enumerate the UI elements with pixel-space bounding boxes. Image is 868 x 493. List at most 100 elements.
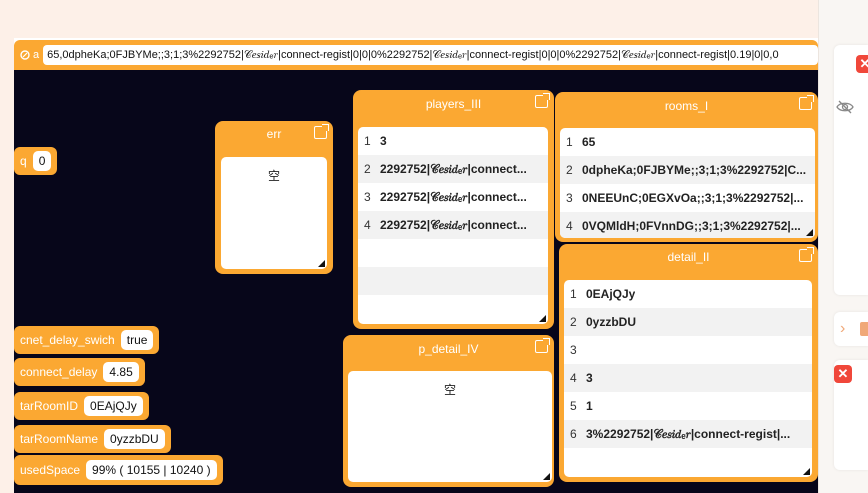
left-gutter (0, 38, 14, 493)
var-cnet-delay-swich-value: true (120, 330, 154, 350)
list-item[interactable]: 3 0NEEUnC;0EGXvOa;;3;1;3%2292752|... (560, 184, 815, 212)
var-connect-delay-value: 4.85 (103, 362, 139, 382)
list-item[interactable]: 4 2292752|𝒞𝑒𝑠𝑖𝑑ₑ𝑟|connect... (358, 211, 548, 239)
list-panel-p-detail-iv-body: 空 (348, 371, 552, 482)
row-index: 5 (570, 399, 577, 413)
var-q-value: 0 (32, 151, 52, 171)
var-q[interactable]: q 0 (14, 147, 58, 175)
var-a-label: a (33, 49, 40, 61)
list-item[interactable]: 2 0yzzbDU (564, 308, 812, 336)
list-panel-players-iii[interactable]: players_III 13 2 2292752|𝒞𝑒𝑠𝑖𝑑ₑ𝑟|connect.… (353, 90, 554, 329)
row-index: 4 (570, 371, 577, 385)
resize-handle-icon[interactable] (806, 229, 813, 236)
open-external-icon[interactable] (535, 93, 550, 108)
list-panel-players-iii-body: 13 2 2292752|𝒞𝑒𝑠𝑖𝑑ₑ𝑟|connect... 3 2292752|… (358, 127, 548, 324)
var-used-space-value: 99% ( 10155 | 10240 ) (86, 460, 217, 480)
list-panel-players-iii-header: players_III (353, 90, 554, 118)
list-item (358, 267, 548, 295)
close-icon[interactable]: ✕ (856, 55, 868, 73)
row-text: 3%2292752|𝒞𝑒𝑠𝑖𝑑ₑ𝑟|connect-regist|... (586, 426, 791, 441)
row-index: 3 (364, 190, 371, 204)
list-item[interactable]: 51 (564, 392, 812, 420)
var-cnet-delay-swich-label: cnet_delay_swich (20, 333, 115, 347)
row-index: 6 (570, 427, 577, 441)
list-item[interactable]: 2 0dpheKa;0FJBYMe;;3;1;3%2292752|C... (560, 156, 815, 184)
var-used-space-label: usedSpace (20, 463, 81, 477)
list-panel-rooms-i-title: rooms_I (664, 99, 709, 113)
resize-handle-icon[interactable] (539, 315, 546, 322)
list-item[interactable]: 4 0VQMldH;0FVnnDG;;3;1;3%2292752|... (560, 212, 815, 238)
list-panel-rooms-i[interactable]: rooms_I 1 65 2 0dpheKa;0FJBYMe;;3;1;3%2292… (555, 92, 818, 242)
list-panel-detail-ii-body: 1 0EAjQJy 2 0yzzbDU 3 43 51 6 3%2292752|𝒞𝑒𝑠… (564, 280, 812, 477)
list-panel-p-detail-iv-title: p_detail_IV (418, 342, 479, 356)
list-item[interactable]: 43 (564, 364, 812, 392)
row-index: 1 (570, 287, 577, 301)
row-text: 0yzzbDU (586, 315, 637, 329)
open-external-icon[interactable] (535, 338, 550, 353)
rooms-list: 1 65 2 0dpheKa;0FJBYMe;;3;1;3%2292752|C...… (560, 128, 815, 238)
var-a-value: 65,0dpheKa;0FJBYMe;;3;1;3%2292752|𝒞𝑒𝑠𝑖𝑑ₑ… (43, 45, 818, 65)
row-index: 2 (364, 162, 371, 176)
row-index: 3 (566, 191, 573, 205)
empty-placeholder: 空 (443, 383, 456, 397)
row-text: 3 (380, 134, 387, 148)
row-text: 2292752|𝒞𝑒𝑠𝑖𝑑ₑ𝑟|connect... (380, 161, 527, 176)
var-tar-room-id[interactable]: tarRoomID 0EAjQJy (14, 392, 149, 420)
row-index: 1 (566, 135, 573, 149)
chevron-right-icon[interactable]: › (840, 320, 845, 338)
list-item (358, 239, 548, 267)
row-index: 4 (566, 219, 573, 233)
list-item[interactable]: 6 3%2292752|𝒞𝑒𝑠𝑖𝑑ₑ𝑟|connect-regist|... (564, 420, 812, 448)
row-text: 1 (586, 399, 593, 413)
resize-handle-icon[interactable] (803, 468, 810, 475)
row-text: 3 (586, 371, 593, 385)
list-panel-detail-ii[interactable]: detail_II 1 0EAjQJy 2 0yzzbDU 3 43 51 6 3%2… (559, 244, 818, 482)
list-item[interactable]: 3 2292752|𝒞𝑒𝑠𝑖𝑑ₑ𝑟|connect... (358, 183, 548, 211)
empty-placeholder: 空 (267, 169, 280, 183)
resize-handle-icon[interactable] (543, 473, 550, 480)
row-text: 0NEEUnC;0EGXvOa;;3;1;3%2292752|... (582, 191, 804, 205)
row-text: 65 (582, 135, 596, 149)
open-external-icon[interactable] (799, 95, 814, 110)
list-panel-err-header: err (215, 121, 333, 147)
row-text: 2292752|𝒞𝑒𝑠𝑖𝑑ₑ𝑟|connect... (380, 189, 527, 204)
var-monitor-a[interactable]: a 65,0dpheKa;0FJBYMe;;3;1;3%2292752|𝒞𝑒𝑠𝑖… (14, 40, 818, 70)
row-index: 3 (570, 343, 577, 357)
var-tar-room-id-label: tarRoomID (20, 399, 79, 413)
list-panel-detail-ii-title: detail_II (667, 250, 710, 264)
open-external-icon[interactable] (799, 247, 814, 262)
list-item[interactable]: 1 0EAjQJy (564, 280, 812, 308)
var-tar-room-name-value: 0yzzbDU (104, 429, 165, 449)
row-index: 4 (364, 218, 371, 232)
var-tar-room-name-label: tarRoomName (20, 432, 99, 446)
var-cnet-delay-swich[interactable]: cnet_delay_swich true (14, 326, 160, 354)
row-text: 0dpheKa;0FJBYMe;;3;1;3%2292752|C... (582, 163, 807, 177)
var-used-space[interactable]: usedSpace 99% ( 10155 | 10240 ) (14, 455, 223, 485)
list-panel-p-detail-iv-header: p_detail_IV (343, 335, 554, 363)
list-item[interactable]: 3 (564, 336, 812, 364)
list-panel-detail-ii-header: detail_II (559, 244, 818, 270)
list-item[interactable]: 1 65 (560, 128, 815, 156)
list-item[interactable]: 13 (358, 127, 548, 155)
var-tar-room-name[interactable]: tarRoomName 0yzzbDU (14, 425, 171, 453)
var-a-label-wrap: a (20, 49, 39, 61)
folder-icon (860, 322, 868, 336)
eye-off-icon[interactable] (836, 100, 854, 114)
list-item[interactable]: 2 2292752|𝒞𝑒𝑠𝑖𝑑ₑ𝑟|connect... (358, 155, 548, 183)
close-icon[interactable]: ✕ (834, 365, 852, 383)
detail-list: 1 0EAjQJy 2 0yzzbDU 3 43 51 6 3%2292752|𝒞𝑒𝑠… (564, 280, 812, 448)
row-index: 2 (570, 315, 577, 329)
list-panel-p-detail-iv[interactable]: p_detail_IV 空 (343, 335, 554, 487)
top-area (0, 0, 818, 38)
list-panel-err-title: err (266, 127, 282, 141)
var-tar-room-id-value: 0EAjQJy (84, 396, 143, 416)
resize-handle-icon[interactable] (318, 260, 325, 267)
list-panel-rooms-i-header: rooms_I (555, 92, 818, 120)
sprite-card-1[interactable] (834, 45, 868, 295)
list-panel-rooms-i-body: 1 65 2 0dpheKa;0FJBYMe;;3;1;3%2292752|C...… (560, 128, 815, 238)
var-connect-delay[interactable]: connect_delay 4.85 (14, 358, 145, 386)
list-panel-err[interactable]: err 空 (215, 121, 333, 274)
open-external-icon[interactable] (314, 124, 329, 139)
row-text: 2292752|𝒞𝑒𝑠𝑖𝑑ₑ𝑟|connect... (380, 217, 527, 232)
list-panel-players-iii-title: players_III (425, 97, 482, 111)
